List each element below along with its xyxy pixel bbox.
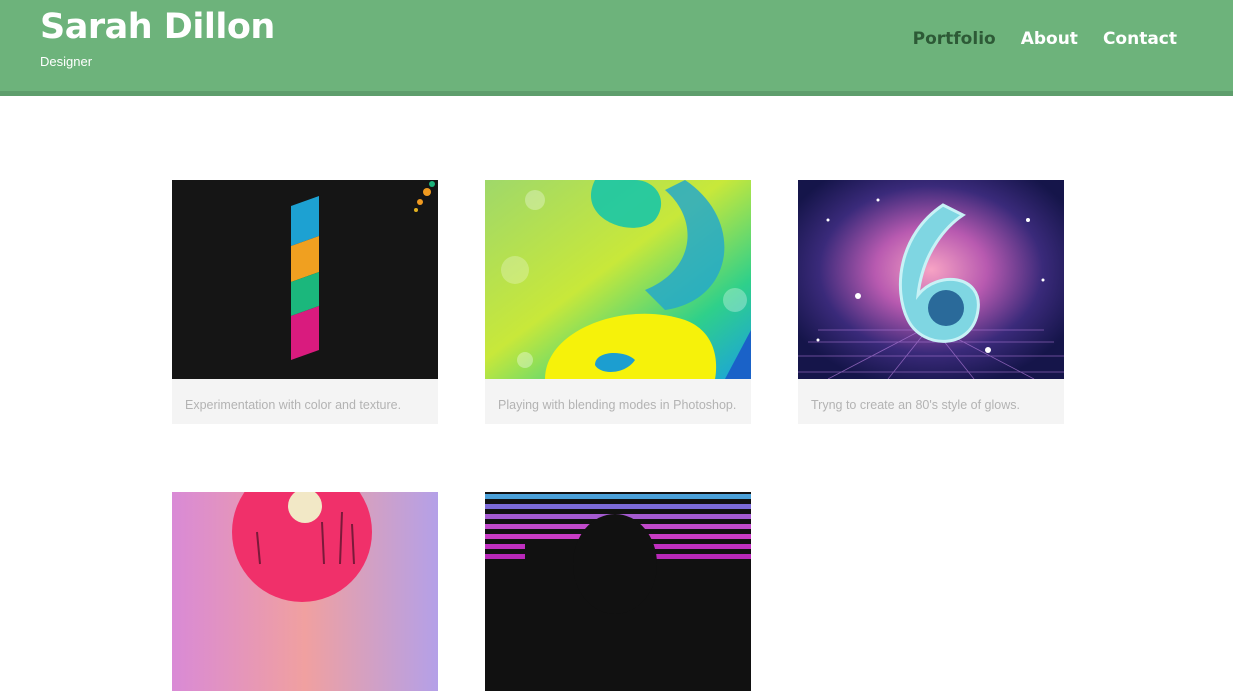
site-header: Sarah Dillon Designer Portfolio About Co…: [0, 0, 1233, 96]
main-nav: Portfolio About Contact: [913, 28, 1177, 50]
portfolio-item[interactable]: Experimentation with color and texture.: [172, 180, 438, 424]
portfolio-item[interactable]: [485, 492, 751, 691]
nav-about-link[interactable]: About: [1021, 28, 1078, 50]
portfolio-item[interactable]: Playing with blending modes in Photoshop…: [485, 180, 751, 424]
portfolio-item[interactable]: Tryng to create an 80's style of glows.: [798, 180, 1064, 424]
portfolio-thumbnail-stripes[interactable]: [485, 492, 751, 691]
eighties-glow-artwork: [798, 180, 1064, 379]
portfolio-caption: Playing with blending modes in Photoshop…: [485, 379, 751, 424]
portfolio-thumbnail-blending-modes[interactable]: [485, 180, 751, 379]
portfolio-item[interactable]: [172, 492, 438, 691]
site-subtitle: Designer: [40, 54, 93, 69]
nav-portfolio-link[interactable]: Portfolio: [913, 28, 996, 50]
sunset-artwork: [172, 492, 438, 691]
portfolio-thumbnail-number-one[interactable]: [172, 180, 438, 379]
stripes-artwork: [485, 492, 751, 691]
portfolio-thumbnail-sunset[interactable]: [172, 492, 438, 691]
portfolio-caption: Experimentation with color and texture.: [172, 379, 438, 424]
site-title[interactable]: Sarah Dillon: [40, 6, 275, 48]
portfolio-thumbnail-eighties-glow[interactable]: [798, 180, 1064, 379]
blending-modes-artwork: [485, 180, 751, 379]
portfolio-caption: Tryng to create an 80's style of glows.: [798, 379, 1064, 424]
number-one-artwork: [172, 180, 438, 379]
nav-contact-link[interactable]: Contact: [1103, 28, 1177, 50]
